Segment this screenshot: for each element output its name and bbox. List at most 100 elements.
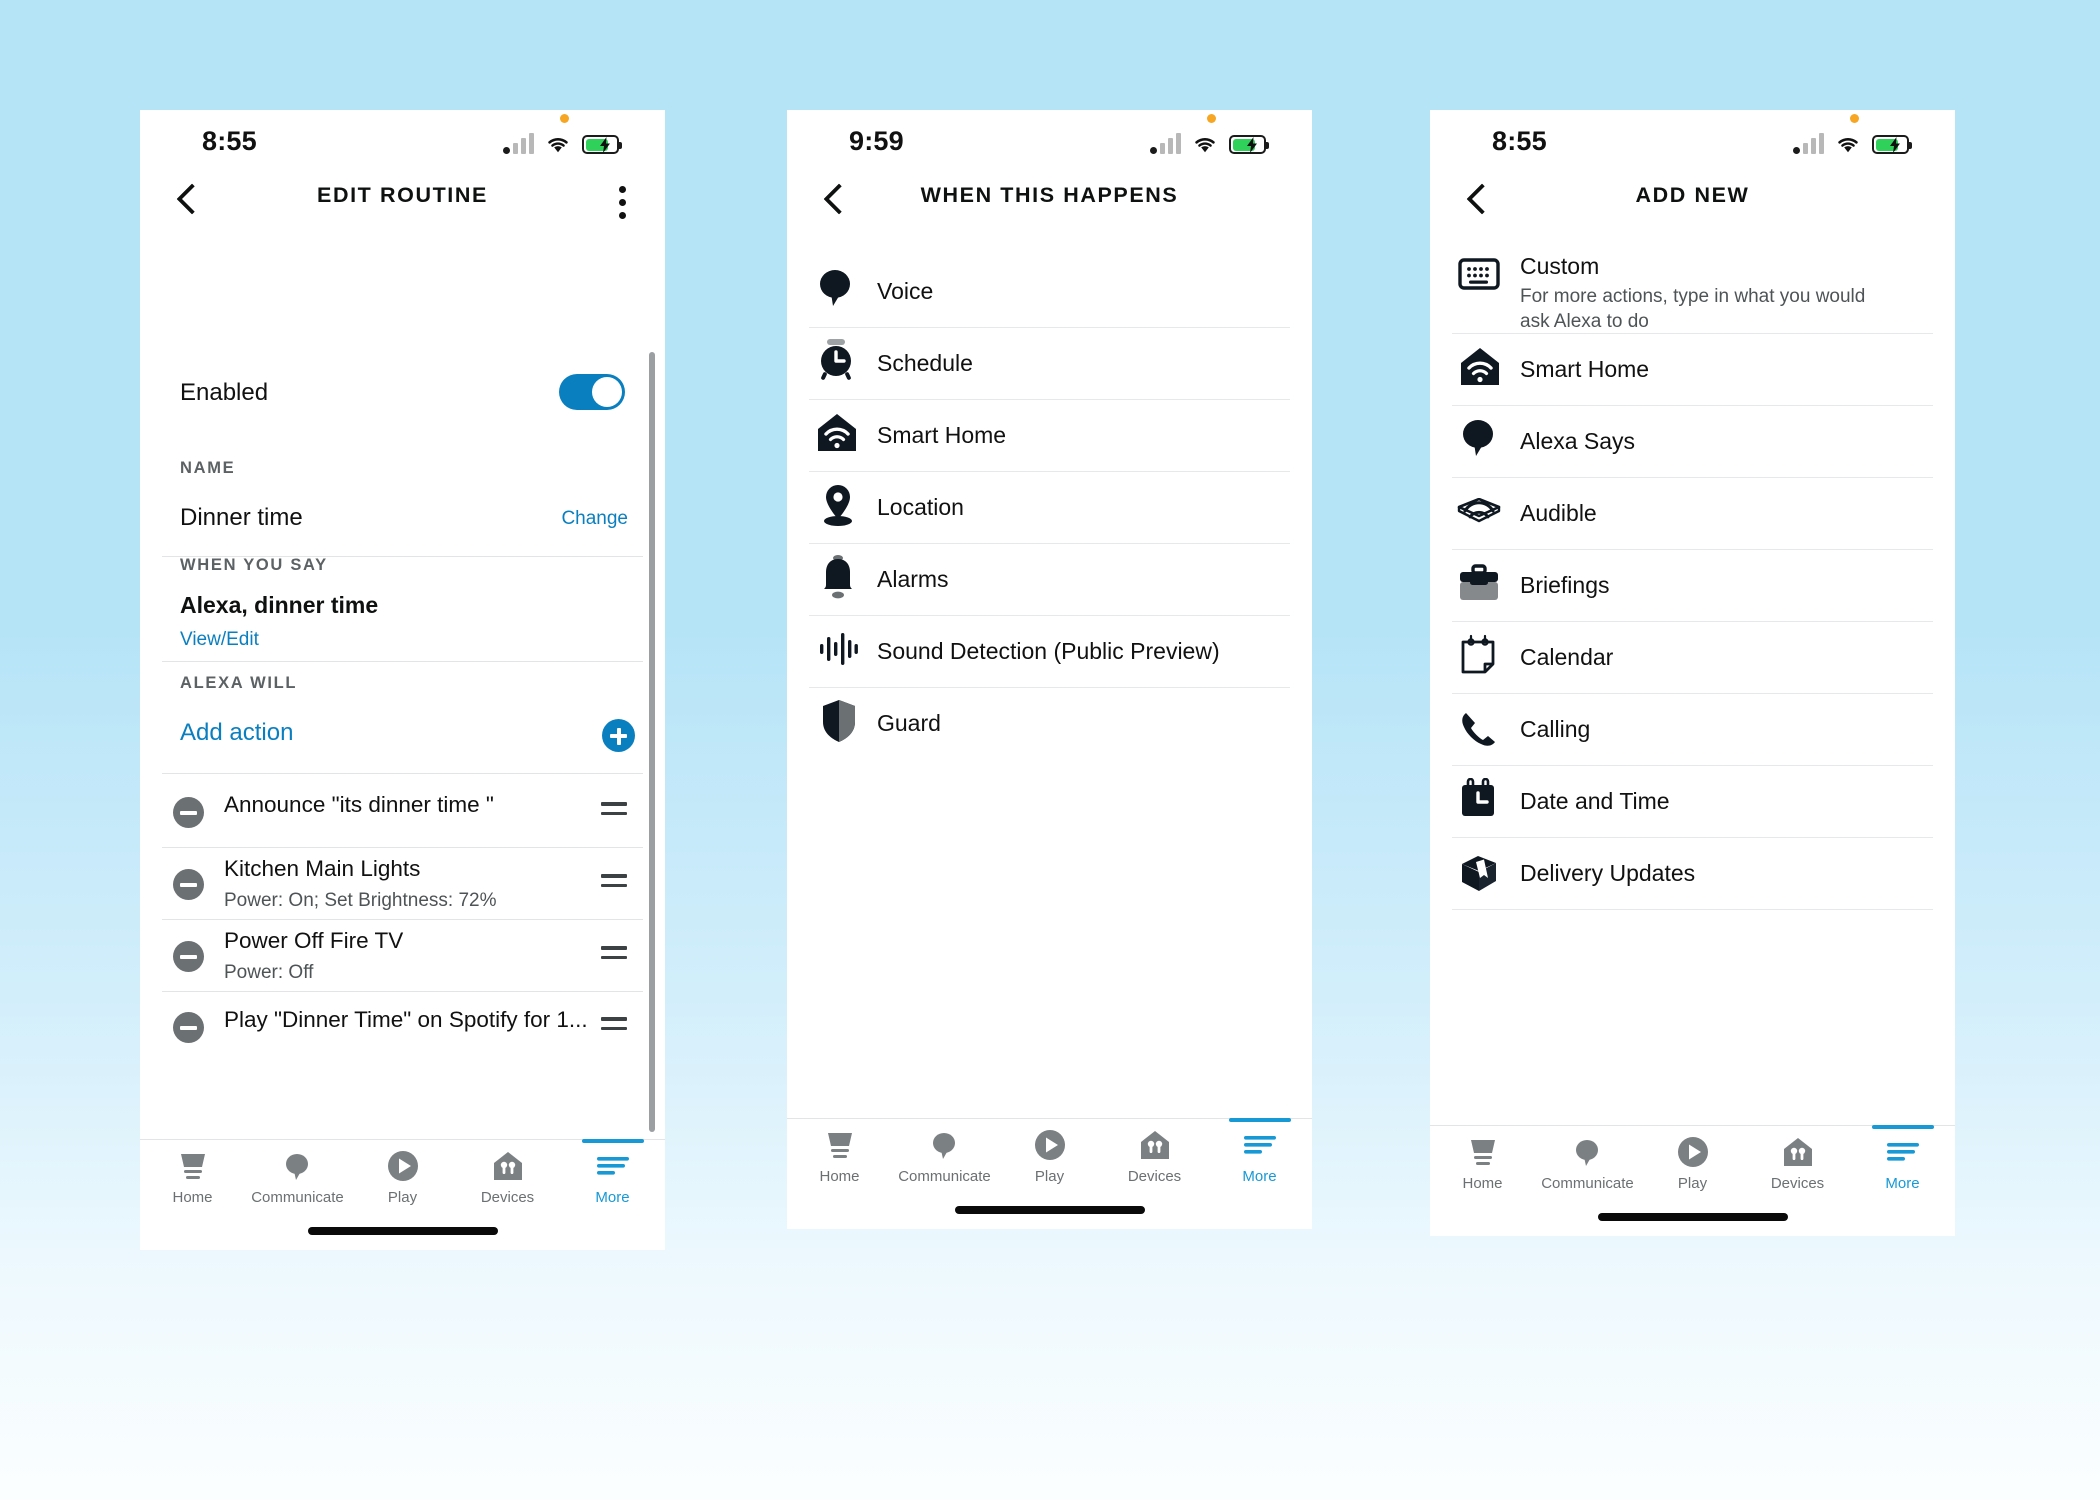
list-item-custom[interactable]: Custom For more actions, type in what yo…: [1430, 234, 1955, 334]
phone-screen-add-new: 8:55 ADD NEW Custom For more actions, ty…: [1430, 110, 1955, 1236]
remove-action-icon[interactable]: [173, 1012, 204, 1043]
hamburger-lines-icon: [1850, 1132, 1955, 1172]
alarm-clock-icon: [816, 336, 856, 387]
tab-devices[interactable]: Devices: [455, 1140, 560, 1216]
list-item-audible[interactable]: Audible: [1430, 478, 1955, 550]
tab-communicate[interactable]: Communicate: [1535, 1126, 1640, 1202]
active-tab-indicator: [581, 1139, 644, 1143]
list-item-label: Calendar: [1520, 644, 1614, 670]
list-item-guard[interactable]: Guard: [787, 688, 1312, 760]
list-item-delivery-updates[interactable]: Delivery Updates: [1430, 838, 1955, 910]
drag-handle-icon[interactable]: [601, 946, 627, 964]
tab-label: Devices: [1770, 1175, 1825, 1192]
tab-communicate[interactable]: Communicate: [892, 1119, 997, 1195]
tab-label: Play: [1034, 1168, 1065, 1185]
list-item-calling[interactable]: Calling: [1430, 694, 1955, 766]
list-item-label: Guard: [877, 710, 941, 736]
status-time: 8:55: [1492, 126, 1547, 156]
remove-action-icon[interactable]: [173, 941, 204, 972]
status-bar: 8:55: [140, 110, 665, 172]
list-item-briefings[interactable]: Briefings: [1430, 550, 1955, 622]
hamburger-lines-icon: [560, 1146, 665, 1186]
cellular-bars-icon: [1150, 132, 1181, 154]
list-item-label: Custom: [1520, 253, 1600, 279]
add-action-link[interactable]: Add action: [180, 719, 293, 747]
change-name-link[interactable]: Change: [561, 508, 628, 530]
play-circle-icon: [997, 1125, 1102, 1165]
list-item-voice[interactable]: Voice: [787, 256, 1312, 328]
list-item-label: Location: [877, 494, 964, 520]
home-icon: [787, 1125, 892, 1165]
name-section-heading: NAME: [180, 459, 236, 477]
tab-label: Play: [1677, 1175, 1708, 1192]
tab-label: Home: [819, 1168, 860, 1185]
list-item-location[interactable]: Location: [787, 472, 1312, 544]
home-indicator: [1597, 1213, 1788, 1221]
list-item-label: Audible: [1520, 500, 1597, 526]
tab-play[interactable]: Play: [1640, 1126, 1745, 1202]
view-edit-link[interactable]: View/Edit: [180, 629, 259, 651]
enabled-toggle[interactable]: [559, 374, 625, 410]
tab-more[interactable]: More: [1207, 1118, 1312, 1195]
list-item-label: Alexa Says: [1520, 428, 1636, 454]
remove-action-icon[interactable]: [173, 797, 204, 828]
list-item-date-and-time[interactable]: Date and Time: [1430, 766, 1955, 838]
speech-bubble-icon: [1459, 416, 1499, 465]
list-item-alarms[interactable]: Alarms: [787, 544, 1312, 616]
tab-more[interactable]: More: [560, 1139, 665, 1216]
list-item-sound-detection[interactable]: Sound Detection (Public Preview): [787, 616, 1312, 688]
list-item-sublabel: For more actions, type in what you would…: [1520, 286, 1866, 333]
page-title: WHEN THIS HAPPENS: [920, 183, 1179, 207]
vertical-scrollbar[interactable]: [649, 352, 655, 1132]
drag-handle-icon[interactable]: [601, 802, 627, 820]
tab-label: Communicate: [1541, 1175, 1634, 1192]
tab-devices[interactable]: Devices: [1745, 1126, 1850, 1202]
list-item-alexa-says[interactable]: Alexa Says: [1430, 406, 1955, 478]
list-item-label: Calling: [1520, 716, 1591, 742]
tab-communicate[interactable]: Communicate: [245, 1140, 350, 1216]
routine-name-value: Dinner time: [180, 504, 303, 531]
list-item-calendar[interactable]: Calendar: [1430, 622, 1955, 694]
tab-devices[interactable]: Devices: [1102, 1119, 1207, 1195]
tab-label: Devices: [480, 1189, 535, 1206]
drag-handle-icon[interactable]: [601, 1017, 627, 1035]
tab-play[interactable]: Play: [350, 1140, 455, 1216]
screenshot-canvas: 8:55 EDIT ROUTINE Enabled NAME Dinner ti…: [0, 0, 2100, 1500]
list-item-smart-home[interactable]: Smart Home: [1430, 334, 1955, 406]
action-row[interactable]: Kitchen Main Lights Power: On; Set Brigh…: [140, 847, 665, 919]
waveform-icon: [818, 632, 858, 671]
list-item-smart-home[interactable]: Smart Home: [787, 400, 1312, 472]
kebab-menu-icon[interactable]: [619, 186, 627, 222]
drag-handle-icon[interactable]: [601, 874, 627, 892]
tab-home[interactable]: Home: [140, 1140, 245, 1216]
bell-icon: [820, 553, 856, 606]
trigger-section-heading: WHEN YOU SAY: [180, 556, 328, 574]
action-row[interactable]: Play "Dinner Time" on Spotify for 1...: [140, 991, 665, 1061]
tab-home[interactable]: Home: [787, 1119, 892, 1195]
play-circle-icon: [350, 1146, 455, 1186]
status-bar: 9:59: [787, 110, 1312, 172]
list-item-label: Sound Detection (Public Preview): [877, 638, 1220, 664]
phone-handset-icon: [1459, 710, 1499, 755]
list-item-label: Smart Home: [1520, 356, 1650, 382]
action-subtitle: Power: Off: [224, 962, 314, 983]
action-row[interactable]: Power Off Fire TV Power: Off: [140, 919, 665, 991]
list-item-schedule[interactable]: Schedule: [787, 328, 1312, 400]
phone-screen-when-this-happens: 9:59 WHEN THIS HAPPENS Voice Schedule Sm…: [787, 110, 1312, 1229]
tab-more[interactable]: More: [1850, 1125, 1955, 1202]
tab-home[interactable]: Home: [1430, 1126, 1535, 1202]
list-item-label: Date and Time: [1520, 788, 1670, 814]
plus-circle-icon[interactable]: [602, 719, 635, 752]
tab-play[interactable]: Play: [997, 1119, 1102, 1195]
action-row[interactable]: Announce "its dinner time ": [140, 779, 665, 847]
speech-bubble-icon: [1535, 1132, 1640, 1172]
list-item-label: Alarms: [877, 566, 949, 592]
package-box-icon: [1458, 850, 1500, 899]
tab-label: More: [595, 1189, 630, 1206]
remove-action-icon[interactable]: [173, 869, 204, 900]
smart-home-icon: [816, 412, 858, 459]
speech-bubble-icon: [892, 1125, 997, 1165]
devices-house-icon: [455, 1146, 560, 1186]
active-tab-indicator: [1228, 1118, 1291, 1122]
page-title: ADD NEW: [1635, 183, 1750, 207]
